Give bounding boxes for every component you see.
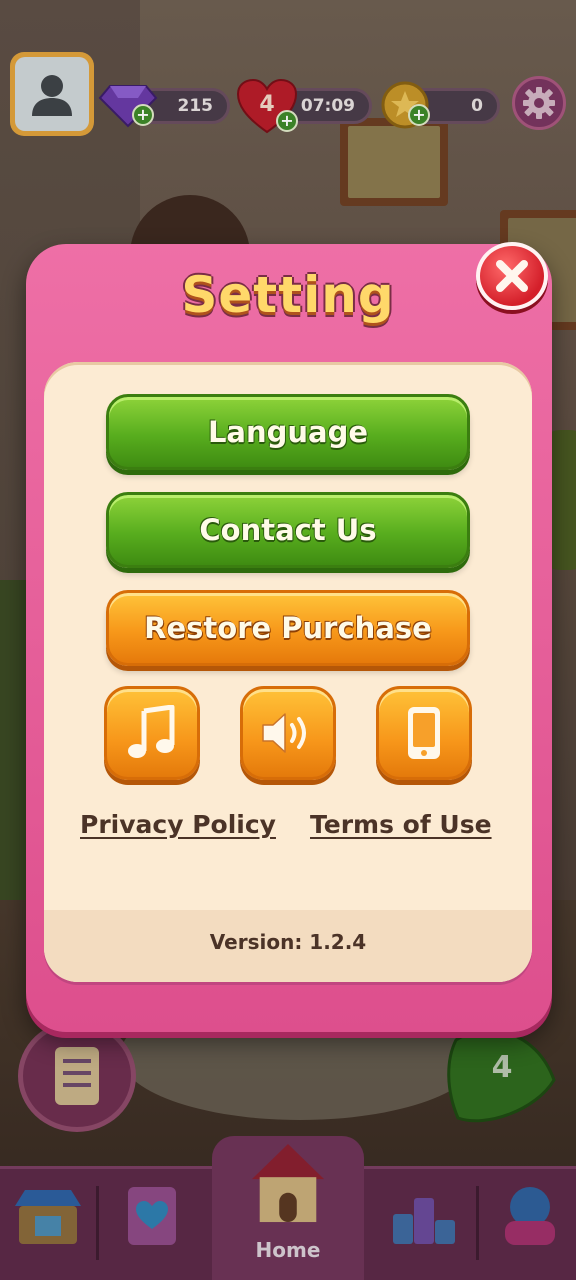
speaker-icon	[262, 713, 306, 753]
language-button[interactable]: Language	[106, 394, 470, 470]
close-icon	[496, 260, 528, 292]
close-button[interactable]	[476, 242, 548, 310]
music-note-icon	[128, 705, 175, 758]
music-toggle[interactable]	[104, 686, 200, 780]
version-label: Version: 1.2.4	[209, 930, 367, 954]
restore-purchase-button-label: Restore Purchase	[144, 611, 432, 645]
restore-purchase-button[interactable]: Restore Purchase	[106, 590, 470, 666]
language-button-label: Language	[207, 415, 369, 449]
vibration-toggle[interactable]	[376, 686, 472, 780]
privacy-policy-link[interactable]: Privacy Policy	[80, 810, 276, 839]
phone-icon	[408, 707, 440, 759]
contact-us-button-label: Contact Us	[199, 513, 377, 547]
contact-us-button[interactable]: Contact Us	[106, 492, 470, 568]
sound-toggle[interactable]	[240, 686, 336, 780]
terms-of-use-link[interactable]: Terms of Use	[310, 810, 492, 839]
